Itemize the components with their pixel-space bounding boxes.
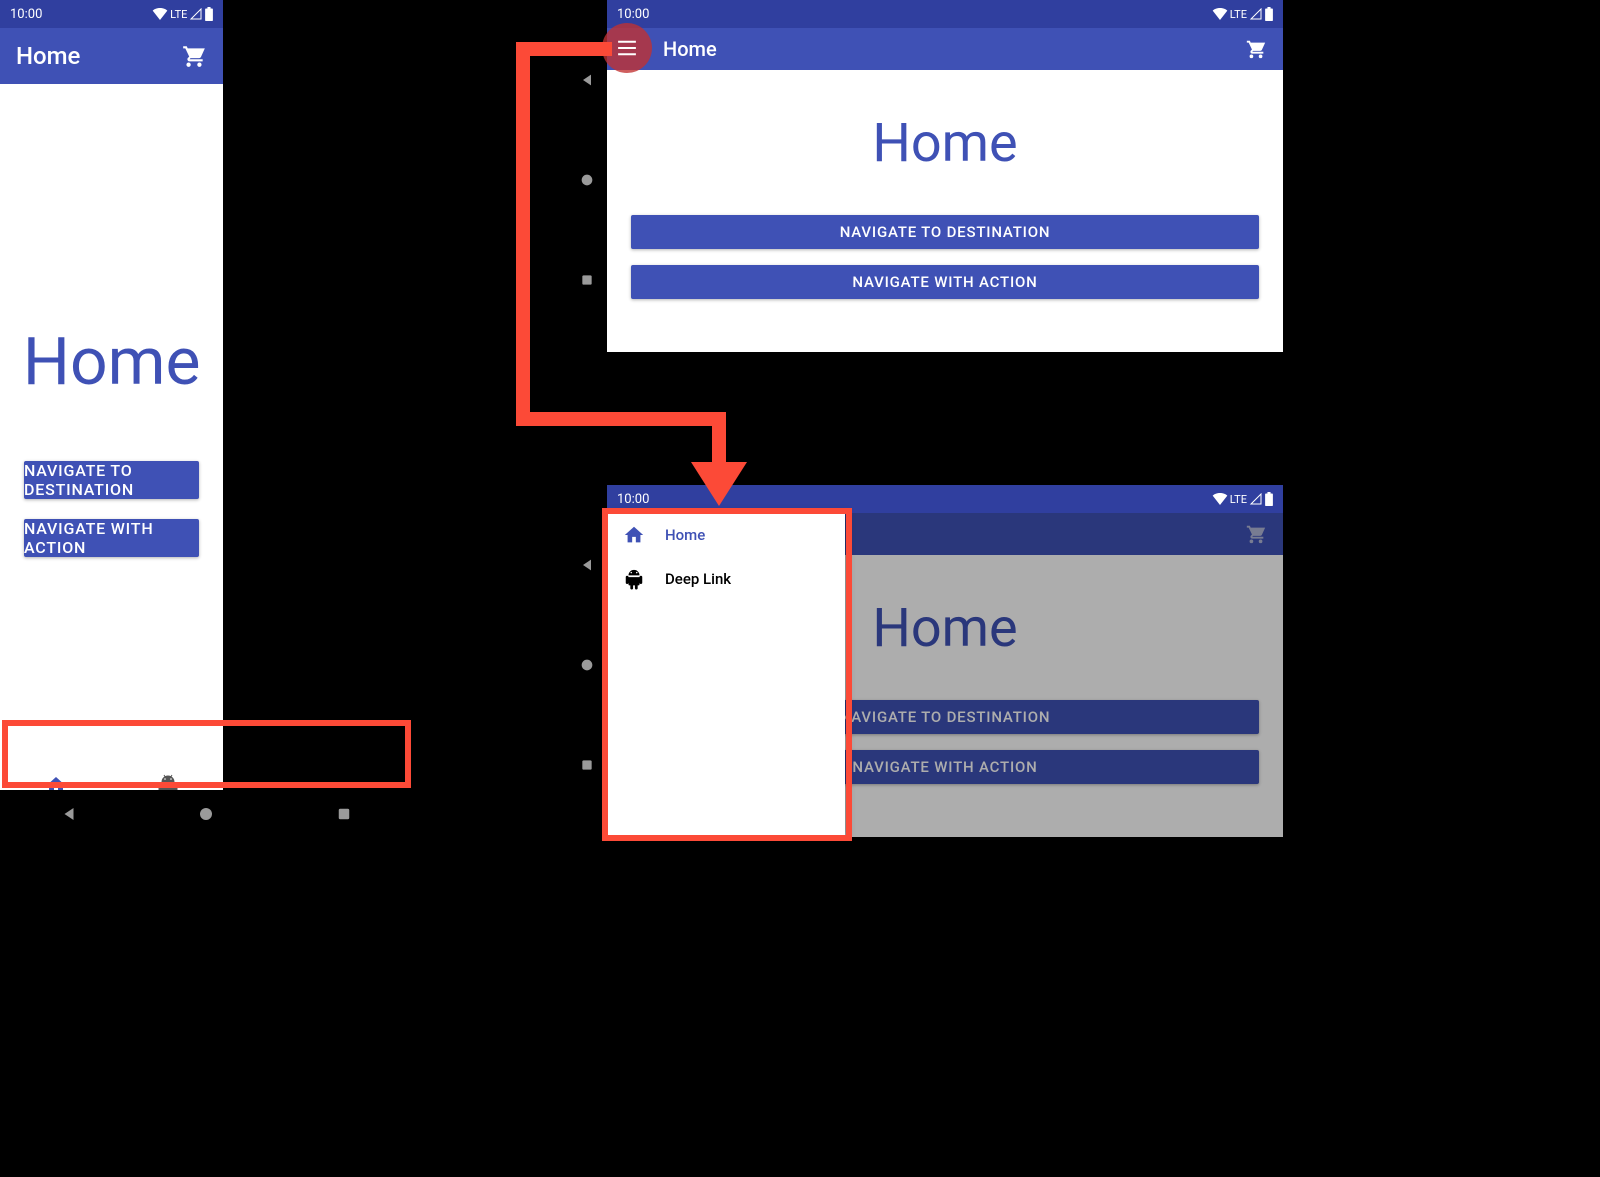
- drawer-item-home-label: Home: [665, 526, 705, 544]
- tablet-content: Home NAVIGATE TO DESTINATION NAVIGATE WI…: [607, 70, 1283, 352]
- status-icons: LTE: [1212, 492, 1273, 506]
- page-title: Home: [872, 112, 1017, 175]
- tablet-system-nav-top: [567, 30, 607, 330]
- tablet-landscape-frame: 10:00 LTE Home Home NAVIGATE TO DESTINAT…: [607, 0, 1283, 352]
- wifi-icon: [152, 8, 168, 20]
- app-bar-title: Home: [663, 37, 717, 61]
- navigate-action-button[interactable]: NAVIGATE WITH ACTION: [631, 265, 1259, 299]
- drawer-item-home[interactable]: Home: [607, 513, 845, 557]
- home-key[interactable]: [178, 805, 234, 823]
- home-key[interactable]: [579, 172, 595, 188]
- recents-key[interactable]: [579, 757, 595, 773]
- nav-drawer: Home Deep Link: [607, 513, 845, 837]
- navigate-destination-button[interactable]: NAVIGATE TO DESTINATION: [24, 461, 199, 499]
- arrow-segment-h2: [516, 412, 725, 426]
- phone-portrait-frame: 10:00 LTE Home Home NAVIGATE TO DESTINAT…: [0, 0, 223, 825]
- battery-icon: [1265, 7, 1273, 21]
- drawer-item-deeplink-label: Deep Link: [665, 570, 731, 588]
- status-icons: LTE: [152, 7, 213, 21]
- back-key[interactable]: [579, 72, 595, 88]
- network-label: LTE: [1230, 493, 1247, 506]
- cart-icon[interactable]: [181, 43, 207, 69]
- signal-icon: [189, 8, 203, 20]
- navigate-action-button[interactable]: NAVIGATE WITH ACTION: [24, 519, 199, 557]
- arrow-head: [691, 462, 747, 506]
- tablet-system-nav-bottom: [567, 515, 607, 815]
- drawer-item-deeplink[interactable]: Deep Link: [607, 557, 845, 601]
- signal-icon: [1249, 493, 1263, 505]
- status-icons: LTE: [1212, 7, 1273, 21]
- app-bar-title: Home: [16, 42, 80, 70]
- network-label: LTE: [1230, 8, 1247, 21]
- back-key[interactable]: [579, 557, 595, 573]
- page-title: Home: [23, 324, 201, 401]
- status-time: 10:00: [10, 7, 42, 22]
- phone-system-nav: [0, 790, 413, 838]
- arrow-segment-v2: [712, 412, 726, 468]
- battery-icon: [205, 7, 213, 21]
- navigate-destination-button[interactable]: NAVIGATE TO DESTINATION: [631, 215, 1259, 249]
- android-icon: [623, 568, 645, 590]
- arrow-segment-v1: [516, 42, 530, 426]
- app-bar: Home: [0, 28, 223, 84]
- home-key[interactable]: [579, 657, 595, 673]
- cart-icon[interactable]: [1245, 38, 1267, 60]
- wifi-icon: [1212, 493, 1228, 505]
- phone-content: Home NAVIGATE TO DESTINATION NAVIGATE WI…: [0, 84, 223, 765]
- arrow-segment-h: [516, 42, 612, 56]
- status-time: 10:00: [617, 7, 649, 22]
- hamburger-icon: [616, 40, 638, 56]
- wifi-icon: [1212, 8, 1228, 20]
- status-bar: 10:00 LTE: [607, 0, 1283, 28]
- status-bar: 10:00 LTE: [0, 0, 223, 28]
- home-icon: [623, 524, 645, 546]
- network-label: LTE: [170, 8, 187, 21]
- app-bar: Home: [607, 28, 1283, 70]
- recents-key[interactable]: [579, 272, 595, 288]
- status-time: 10:00: [617, 492, 649, 507]
- battery-icon: [1265, 492, 1273, 506]
- signal-icon: [1249, 8, 1263, 20]
- back-key[interactable]: [41, 805, 97, 823]
- recents-key[interactable]: [316, 805, 372, 823]
